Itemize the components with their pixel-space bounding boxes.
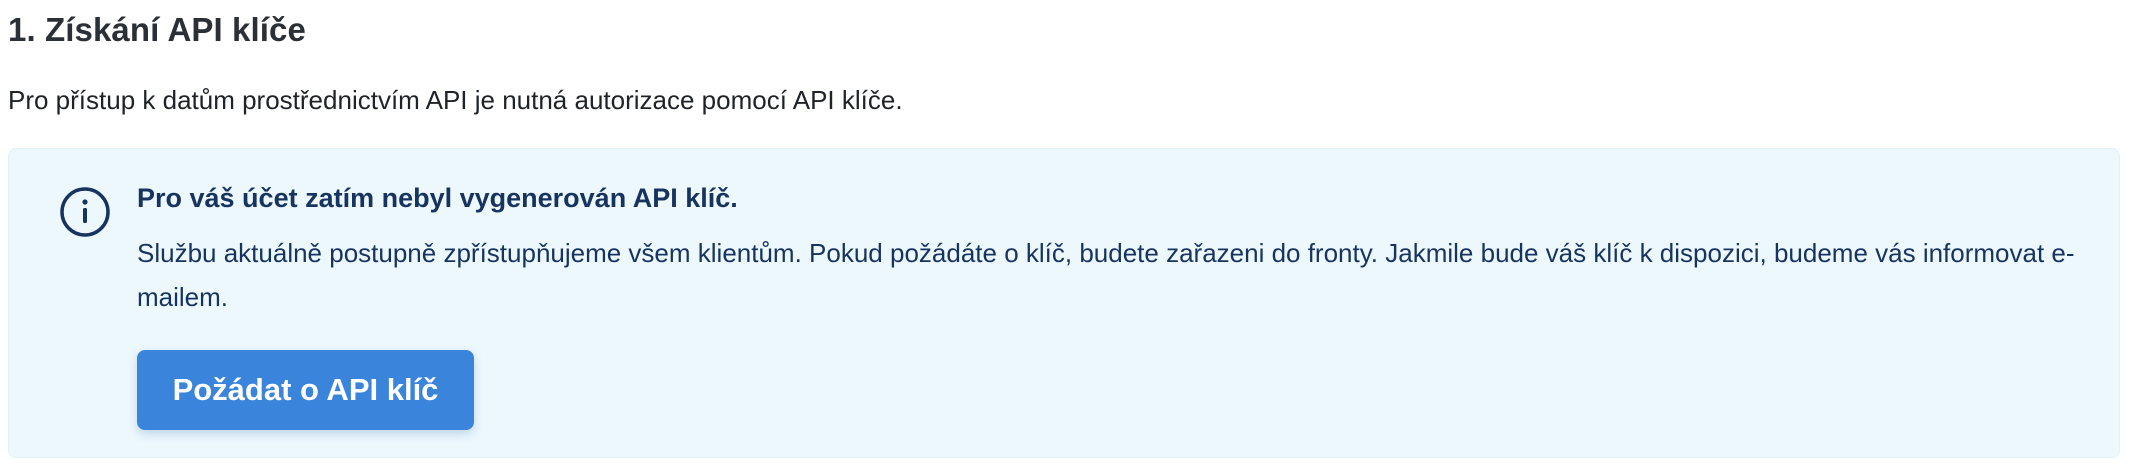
info-icon — [58, 185, 112, 239]
section-title: 1. Získání API klíče — [8, 11, 306, 48]
alert-content: Pro váš účet zatím nebyl vygenerován API… — [137, 179, 2079, 319]
request-api-key-button[interactable]: Požádat o API klíč — [137, 350, 474, 430]
api-key-section: 1. Získání API klíče Pro přístup k datům… — [0, 0, 2132, 472]
alert-message: Službu aktuálně postupně zpřístupňujeme … — [137, 238, 2075, 312]
api-key-info-alert: Pro váš účet zatím nebyl vygenerován API… — [8, 148, 2120, 458]
alert-title: Pro váš účet zatím nebyl vygenerován API… — [137, 183, 738, 213]
section-intro-text: Pro přístup k datům prostřednictvím API … — [8, 85, 903, 115]
